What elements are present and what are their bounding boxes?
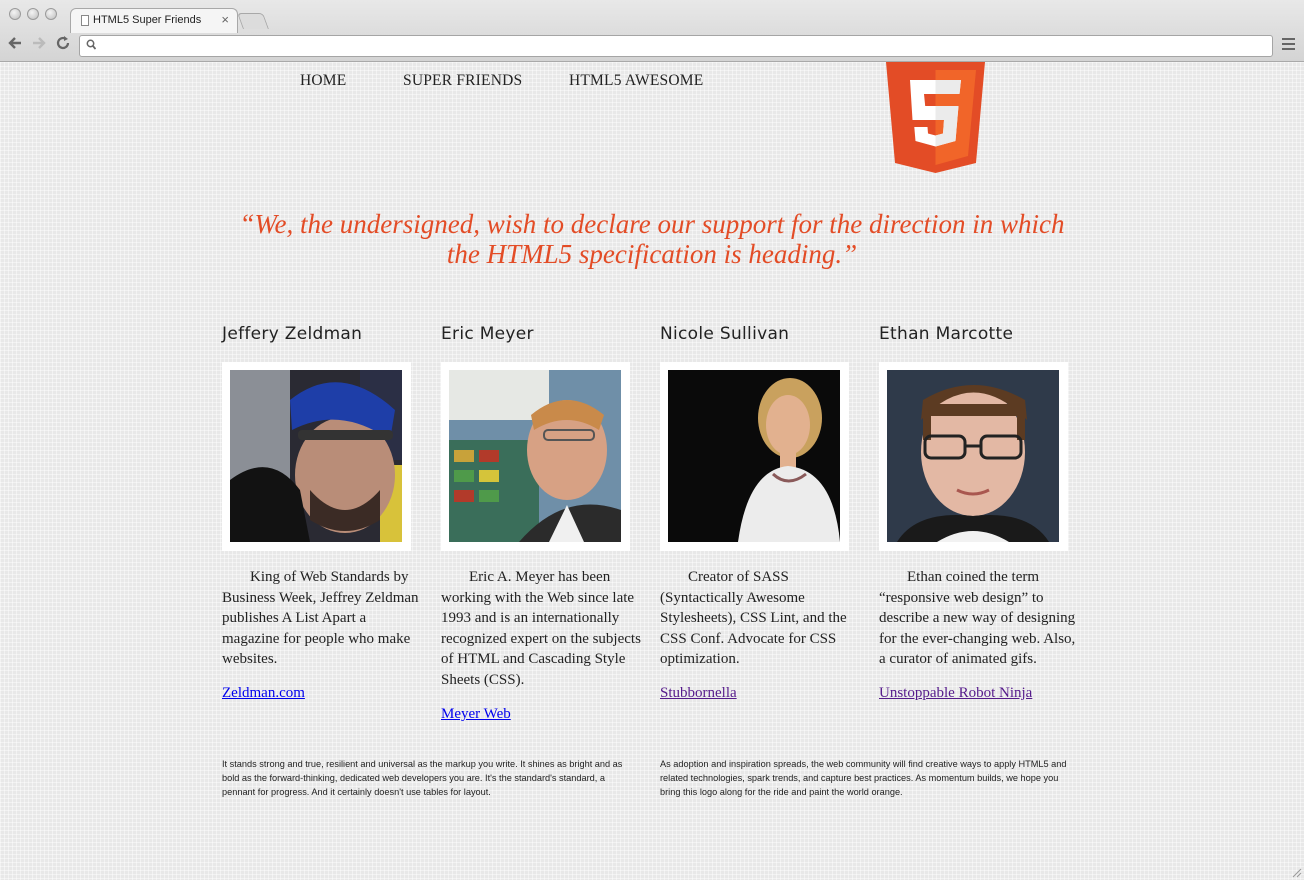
friend-photo xyxy=(660,362,849,551)
minimize-window-button[interactable] xyxy=(27,8,39,20)
friend-name: Nicole Sullivan xyxy=(660,324,790,344)
tab-title: HTML5 Super Friends xyxy=(93,14,202,26)
resize-grip-icon[interactable] xyxy=(1292,868,1302,878)
friend-card: Jeffery Zeldman King of Web Standards by… xyxy=(222,324,422,701)
friend-name: Ethan Marcotte xyxy=(879,324,1014,344)
browser-tab[interactable]: HTML5 Super Friends × xyxy=(70,8,238,33)
nav-html5-awesome[interactable]: HTML5 AWESOME xyxy=(569,72,703,90)
friend-link[interactable]: Unstoppable Robot Ninja xyxy=(879,685,1032,702)
friend-photo xyxy=(441,362,630,551)
friend-card: Ethan Marcotte Ethan coined the term “re… xyxy=(879,324,1079,701)
new-tab-button[interactable] xyxy=(237,13,269,29)
friend-name: Eric Meyer xyxy=(441,324,534,344)
document-icon xyxy=(81,15,89,26)
menu-icon[interactable] xyxy=(1282,38,1295,52)
forward-arrow-icon[interactable] xyxy=(31,35,47,56)
friend-link[interactable]: Stubbornella xyxy=(660,685,737,702)
friend-bio: Ethan coined the term “responsive web de… xyxy=(879,569,1076,668)
zoom-window-button[interactable] xyxy=(45,8,57,20)
footer-text-left: It stands strong and true, resilient and… xyxy=(222,759,623,797)
footer-text-right: As adoption and inspiration spreads, the… xyxy=(660,759,1067,797)
friend-link[interactable]: Meyer Web xyxy=(441,706,511,723)
tab-close-button[interactable]: × xyxy=(221,12,229,27)
friend-photo xyxy=(879,362,1068,551)
page: HOME SUPER FRIENDS HTML5 AWESOME “We, th… xyxy=(0,62,1304,880)
friend-bio: King of Web Standards by Business Week, … xyxy=(222,569,419,668)
nav-home[interactable]: HOME xyxy=(300,72,346,90)
nav-super-friends[interactable]: SUPER FRIENDS xyxy=(403,72,522,90)
back-arrow-icon[interactable] xyxy=(7,35,23,56)
friend-bio: Eric A. Meyer has been working with the … xyxy=(441,569,641,688)
reload-icon[interactable] xyxy=(55,35,71,56)
search-icon xyxy=(86,39,96,50)
html5-logo xyxy=(886,62,985,173)
close-window-button[interactable] xyxy=(9,8,21,20)
quote: “We, the undersigned, wish to declare ou… xyxy=(239,209,1065,269)
friend-card: Eric Meyer Eric A. Meyer has been workin… xyxy=(441,324,641,722)
friend-link[interactable]: Zeldman.com xyxy=(222,685,305,702)
friend-name: Jeffery Zeldman xyxy=(222,324,363,344)
friend-card: Nicole Sullivan Creator of SASS (Syntact… xyxy=(660,324,860,701)
address-bar[interactable] xyxy=(79,35,1273,57)
friend-photo xyxy=(222,362,411,551)
browser-chrome: HTML5 Super Friends × xyxy=(0,0,1304,62)
friend-bio: Creator of SASS (Syntactically Awesome S… xyxy=(660,569,847,668)
